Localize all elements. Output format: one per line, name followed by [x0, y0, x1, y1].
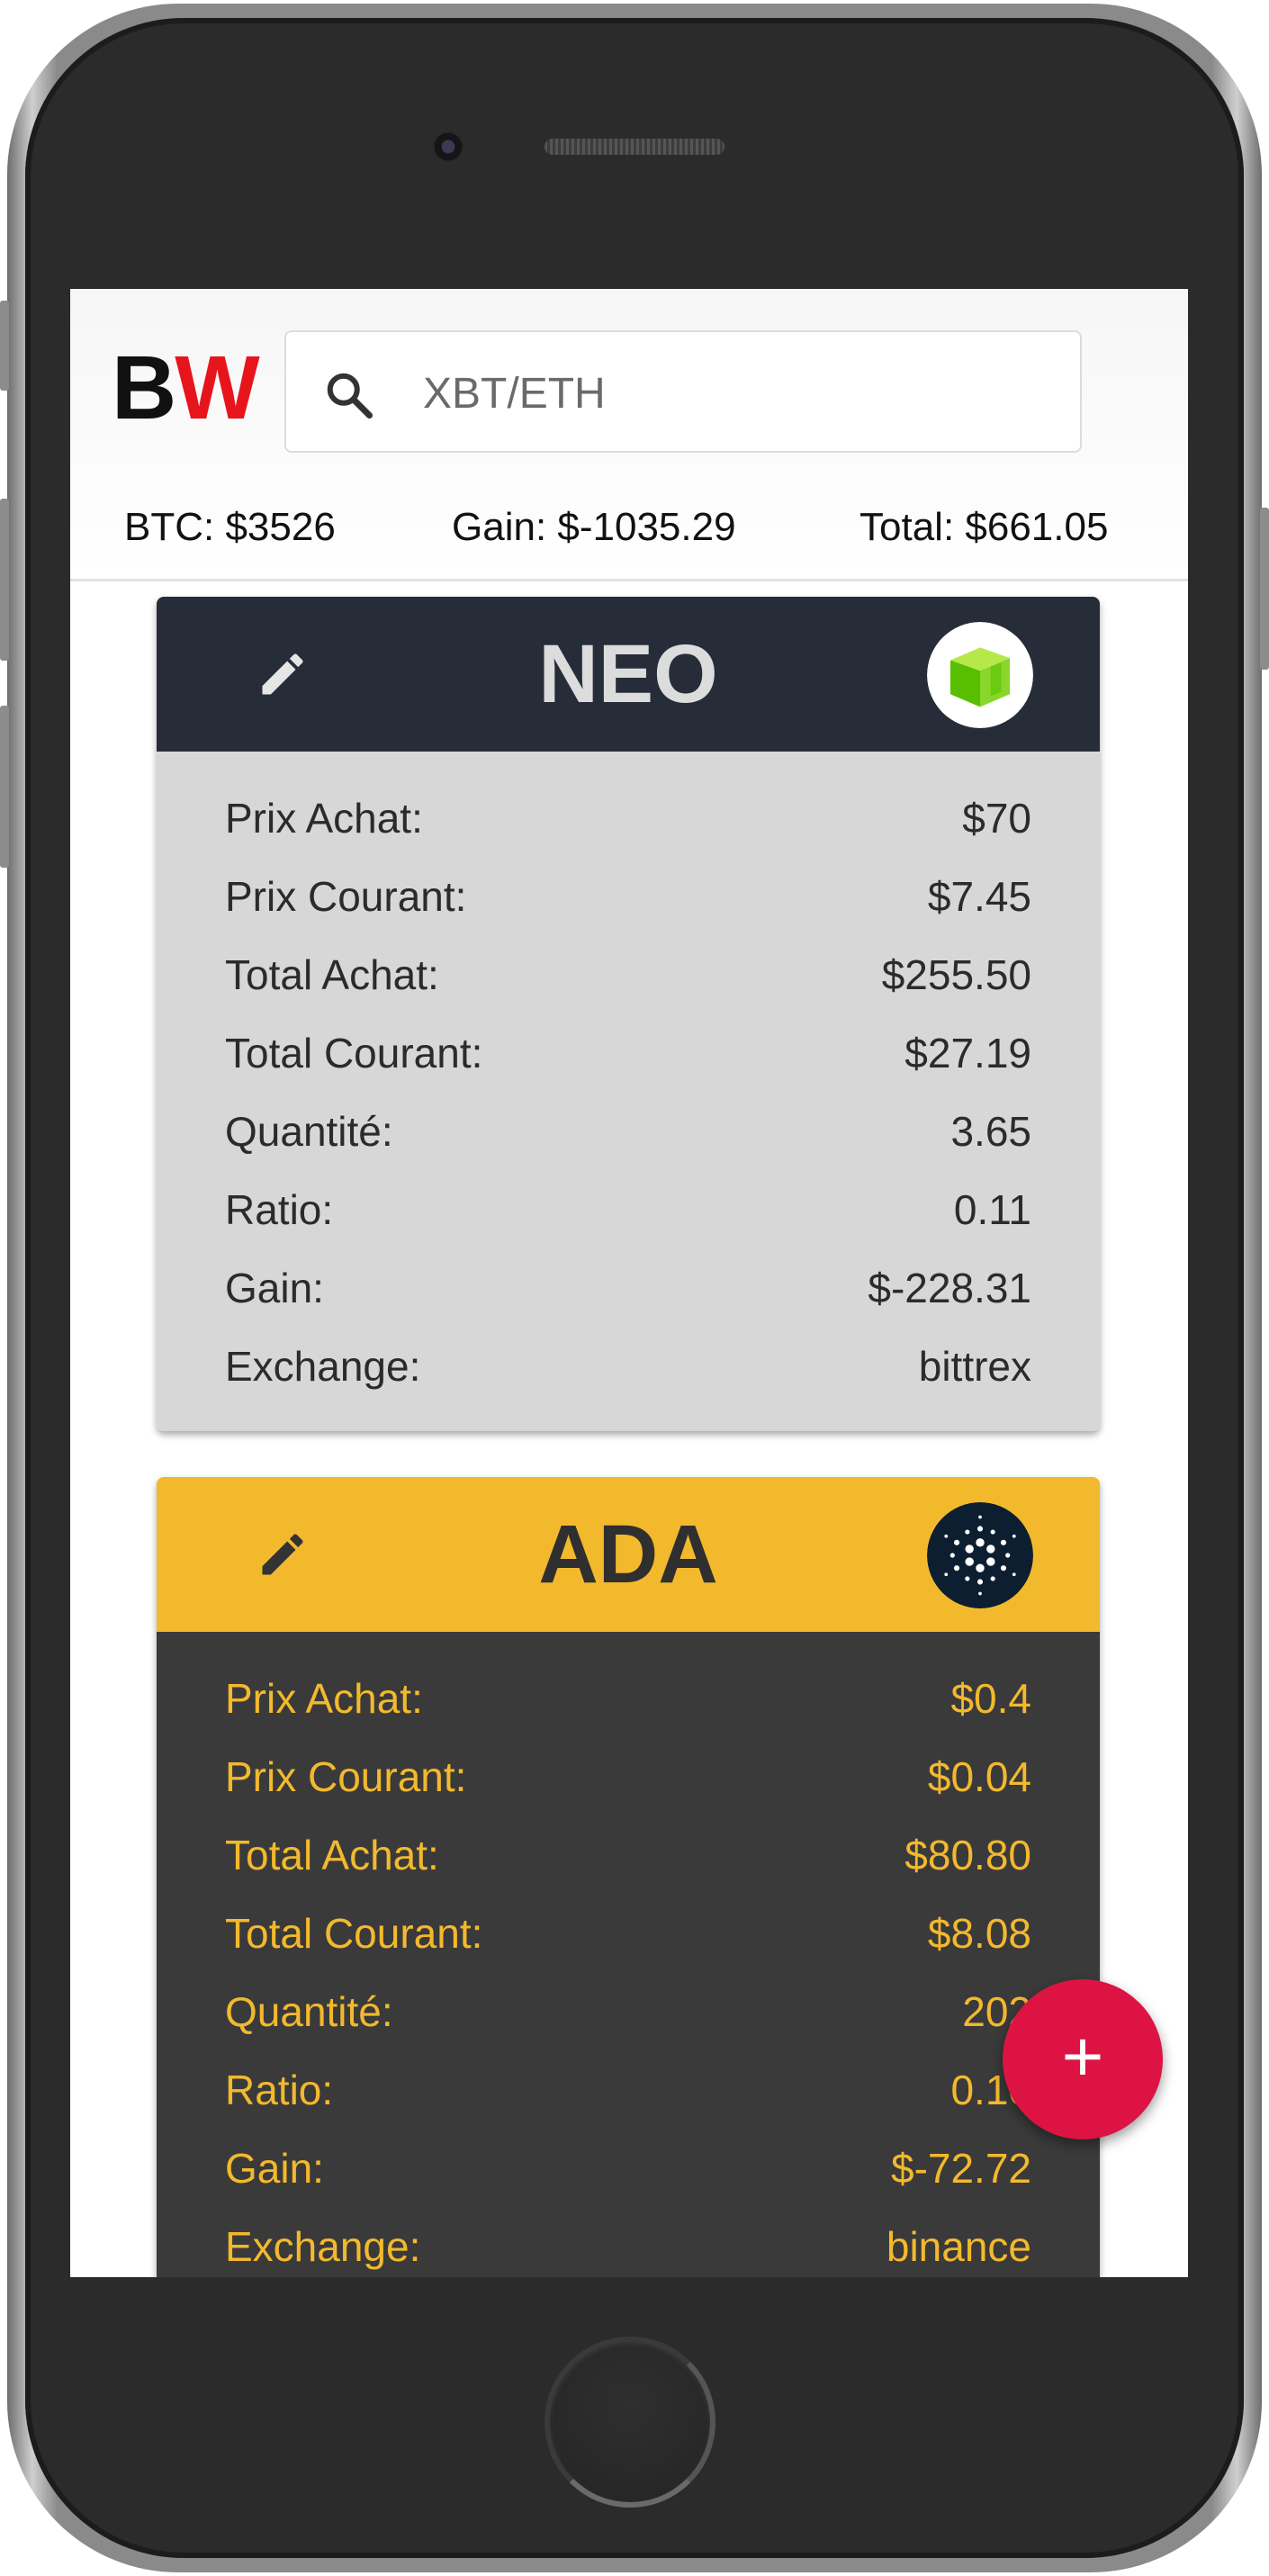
logo-letter-b: B: [112, 338, 176, 438]
row-label: Ratio:: [225, 1185, 334, 1233]
row-label: Exchange:: [225, 1342, 421, 1390]
app-screen: BW BTC: $3526 Gain: $-1035.29 Total: $66…: [70, 289, 1188, 2277]
cardano-coin-icon: [927, 1502, 1033, 1608]
row-label: Total Courant:: [225, 1029, 483, 1076]
row-label: Prix Achat:: [225, 794, 423, 842]
row-label: Quantité:: [225, 1107, 393, 1155]
detail-row: Prix Achat: $0.4: [225, 1659, 1031, 1737]
detail-row: Total Achat: $80.80: [225, 1815, 1031, 1894]
row-value: $70: [962, 794, 1031, 842]
coin-card-ada: ADA Prix Achat: $0.4 Prix Courant: $0.04…: [157, 1477, 1100, 2277]
row-label: Exchange:: [225, 2222, 421, 2270]
detail-row: Total Courant: $8.08: [225, 1894, 1031, 1972]
row-label: Prix Courant:: [225, 1752, 467, 1800]
add-coin-button[interactable]: +: [1003, 1979, 1163, 2139]
total-value: Total: $661.05: [860, 505, 1109, 549]
logo-letter-w: W: [175, 338, 259, 438]
app-logo[interactable]: BW: [112, 343, 260, 433]
detail-row: Prix Courant: $7.45: [225, 857, 1031, 935]
card-header: ADA: [157, 1477, 1100, 1632]
row-label: Gain:: [225, 1264, 324, 1311]
detail-row: Quantité: 3.65: [225, 1092, 1031, 1170]
detail-row: Gain: $-228.31: [225, 1248, 1031, 1327]
silent-switch: [0, 301, 9, 391]
volume-down-button: [0, 706, 9, 868]
detail-row: Ratio: 0.10: [225, 2050, 1031, 2129]
row-value: $-72.72: [890, 2144, 1031, 2192]
detail-row: Total Courant: $27.19: [225, 1013, 1031, 1092]
row-label: Total Courant:: [225, 1909, 483, 1957]
home-button[interactable]: [544, 2337, 716, 2508]
row-value: $8.08: [927, 1909, 1031, 1957]
row-value: $255.50: [881, 950, 1031, 998]
app-header: BW BTC: $3526 Gain: $-1035.29 Total: $66…: [70, 289, 1188, 581]
row-label: Total Achat:: [225, 1831, 439, 1878]
row-label: Quantité:: [225, 1987, 393, 2035]
row-value: $0.04: [927, 1752, 1031, 1800]
row-value: bittrex: [918, 1342, 1031, 1390]
row-value: $7.45: [927, 872, 1031, 920]
detail-row: Ratio: 0.11: [225, 1170, 1031, 1248]
row-value: $80.80: [904, 1831, 1031, 1878]
neo-coin-icon: [927, 622, 1033, 728]
volume-up-button: [0, 499, 9, 661]
detail-row: Total Achat: $255.50: [225, 935, 1031, 1013]
row-label: Total Achat:: [225, 950, 439, 998]
card-details: Prix Achat: $0.4 Prix Courant: $0.04 Total…: [157, 1632, 1100, 2277]
detail-row: Prix Achat: $70: [225, 779, 1031, 857]
search-icon: [327, 373, 373, 419]
row-label: Gain:: [225, 2144, 324, 2192]
row-value: 3.65: [950, 1107, 1031, 1155]
row-label: Prix Achat:: [225, 1674, 423, 1722]
search-bar[interactable]: [284, 330, 1082, 453]
row-label: Prix Courant:: [225, 872, 467, 920]
detail-row: Quantité: 202: [225, 1972, 1031, 2050]
search-input[interactable]: [421, 359, 1037, 428]
card-details: Prix Achat: $70 Prix Courant: $7.45 Total …: [157, 752, 1100, 1431]
coin-card-neo: NEO Prix Achat: $70 Prix Courant: $7.45 To…: [157, 597, 1100, 1431]
detail-row: Exchange: bittrex: [225, 1327, 1031, 1405]
row-label: Ratio:: [225, 2066, 334, 2113]
btc-price: BTC: $3526: [124, 505, 336, 549]
power-button: [1260, 508, 1269, 670]
detail-row: Gain: $-72.72: [225, 2129, 1031, 2207]
row-value: $-228.31: [868, 1264, 1031, 1311]
total-gain: Gain: $-1035.29: [452, 505, 736, 549]
portfolio-summary: BTC: $3526 Gain: $-1035.29 Total: $661.0…: [70, 505, 1188, 559]
row-value: $0.4: [950, 1674, 1031, 1722]
row-value: 0.11: [953, 1185, 1031, 1233]
card-header: NEO: [157, 597, 1100, 752]
row-value: binance: [886, 2222, 1031, 2270]
detail-row: Prix Courant: $0.04: [225, 1737, 1031, 1815]
earpiece-speaker: [544, 139, 724, 155]
front-camera: [432, 131, 464, 163]
row-value: $27.19: [904, 1029, 1031, 1076]
detail-row: Exchange: binance: [225, 2207, 1031, 2277]
